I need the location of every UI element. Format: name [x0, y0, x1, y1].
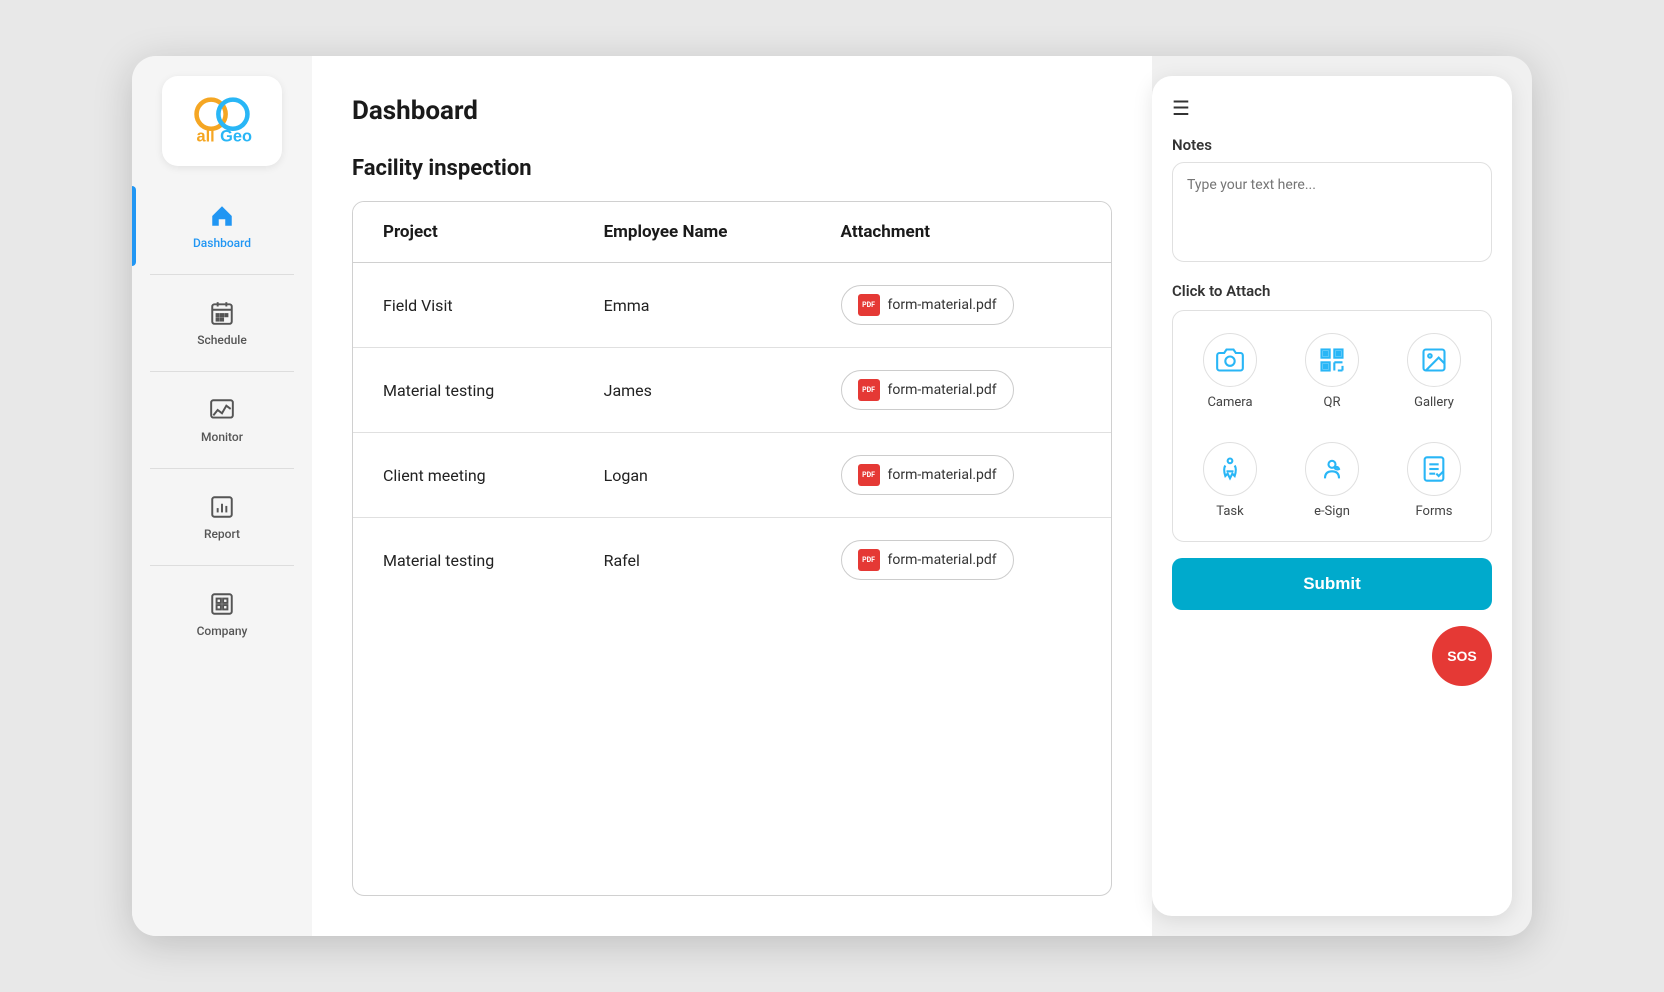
sidebar-item-label-schedule: Schedule — [197, 333, 247, 347]
monitor-icon — [208, 396, 236, 424]
forms-icon — [1407, 442, 1461, 496]
cell-employee: Logan — [574, 433, 811, 518]
camera-icon — [1203, 333, 1257, 387]
nav-divider-4 — [150, 565, 294, 566]
table-row: Field Visit Emma PDF form-material.pdf — [353, 263, 1111, 348]
schedule-icon — [208, 299, 236, 327]
sidebar-item-report[interactable]: Report — [132, 477, 312, 557]
hamburger-icon[interactable]: ☰ — [1172, 96, 1190, 120]
nav-divider-2 — [150, 371, 294, 372]
cell-project: Field Visit — [353, 263, 574, 348]
nav-items: Dashboard — [132, 186, 312, 654]
attachment-badge[interactable]: PDF form-material.pdf — [841, 540, 1014, 580]
table-header-row: Project Employee Name Attachment — [353, 202, 1111, 263]
attach-gallery[interactable]: Gallery — [1387, 321, 1481, 422]
attach-label: Click to Attach — [1172, 282, 1492, 300]
section-title: Facility inspection — [352, 156, 1112, 181]
attachment-badge[interactable]: PDF form-material.pdf — [841, 285, 1014, 325]
sos-button[interactable]: SOS — [1432, 626, 1492, 686]
pdf-icon: PDF — [858, 379, 880, 401]
notes-section: Notes — [1172, 136, 1492, 266]
sidebar-item-label-company: Company — [197, 624, 248, 638]
attach-task[interactable]: Task — [1183, 430, 1277, 531]
company-icon — [208, 590, 236, 618]
qr-label: QR — [1324, 395, 1341, 410]
gallery-icon — [1407, 333, 1461, 387]
esign-label: e-Sign — [1314, 504, 1350, 519]
cell-employee: Rafel — [574, 518, 811, 603]
cell-project: Material testing — [353, 518, 574, 603]
cell-attachment: PDF form-material.pdf — [811, 518, 1111, 603]
qr-icon — [1305, 333, 1359, 387]
cell-project: Client meeting — [353, 433, 574, 518]
sidebar-item-company[interactable]: Company — [132, 574, 312, 654]
camera-label: Camera — [1207, 395, 1252, 410]
esign-icon — [1305, 442, 1359, 496]
task-icon — [1203, 442, 1257, 496]
col-header-attachment: Attachment — [811, 202, 1111, 263]
table-row: Material testing James PDF form-material… — [353, 348, 1111, 433]
gallery-label: Gallery — [1414, 395, 1454, 410]
attachment-filename: form-material.pdf — [888, 297, 997, 313]
svg-text:Geo: Geo — [220, 127, 252, 145]
attachment-filename: form-material.pdf — [888, 382, 997, 398]
pdf-icon: PDF — [858, 294, 880, 316]
attach-qr[interactable]: QR — [1285, 321, 1379, 422]
home-icon — [208, 202, 236, 230]
nav-divider-1 — [150, 274, 294, 275]
logo: all Geo — [162, 76, 282, 166]
task-label: Task — [1216, 504, 1243, 519]
cell-attachment: PDF form-material.pdf — [811, 263, 1111, 348]
attachment-filename: form-material.pdf — [888, 552, 997, 568]
attachment-badge[interactable]: PDF form-material.pdf — [841, 455, 1014, 495]
sidebar-item-label-monitor: Monitor — [201, 430, 243, 444]
cell-attachment: PDF form-material.pdf — [811, 433, 1111, 518]
forms-label: Forms — [1416, 504, 1453, 519]
attachment-filename: form-material.pdf — [888, 467, 997, 483]
notes-textarea[interactable] — [1172, 162, 1492, 262]
table-row: Material testing Rafel PDF form-material… — [353, 518, 1111, 603]
right-panel: ☰ Notes Click to Attach Camera — [1152, 76, 1512, 916]
pdf-icon: PDF — [858, 549, 880, 571]
svg-text:all: all — [197, 127, 215, 145]
attach-forms[interactable]: Forms — [1387, 430, 1481, 531]
sidebar-item-dashboard[interactable]: Dashboard — [132, 186, 312, 266]
attach-section: Click to Attach Camera — [1172, 282, 1492, 542]
data-table: Project Employee Name Attachment Field V… — [352, 201, 1112, 896]
attach-grid: Camera — [1172, 310, 1492, 542]
report-icon — [208, 493, 236, 521]
notes-label: Notes — [1172, 136, 1492, 154]
cell-attachment: PDF form-material.pdf — [811, 348, 1111, 433]
main-content: Dashboard Facility inspection Project Em… — [312, 56, 1152, 936]
sidebar-item-monitor[interactable]: Monitor — [132, 380, 312, 460]
nav-divider-3 — [150, 468, 294, 469]
sidebar: all Geo Dashboard — [132, 56, 312, 936]
attachment-badge[interactable]: PDF form-material.pdf — [841, 370, 1014, 410]
submit-button[interactable]: Submit — [1172, 558, 1492, 610]
sidebar-item-label-report: Report — [204, 527, 240, 541]
attach-camera[interactable]: Camera — [1183, 321, 1277, 422]
col-header-project: Project — [353, 202, 574, 263]
cell-employee: Emma — [574, 263, 811, 348]
sidebar-item-label-dashboard: Dashboard — [193, 236, 251, 250]
page-title: Dashboard — [352, 96, 1112, 126]
attach-esign[interactable]: e-Sign — [1285, 430, 1379, 531]
facility-table: Project Employee Name Attachment Field V… — [353, 202, 1111, 602]
col-header-employee: Employee Name — [574, 202, 811, 263]
sidebar-item-schedule[interactable]: Schedule — [132, 283, 312, 363]
table-row: Client meeting Logan PDF form-material.p… — [353, 433, 1111, 518]
cell-project: Material testing — [353, 348, 574, 433]
pdf-icon: PDF — [858, 464, 880, 486]
cell-employee: James — [574, 348, 811, 433]
